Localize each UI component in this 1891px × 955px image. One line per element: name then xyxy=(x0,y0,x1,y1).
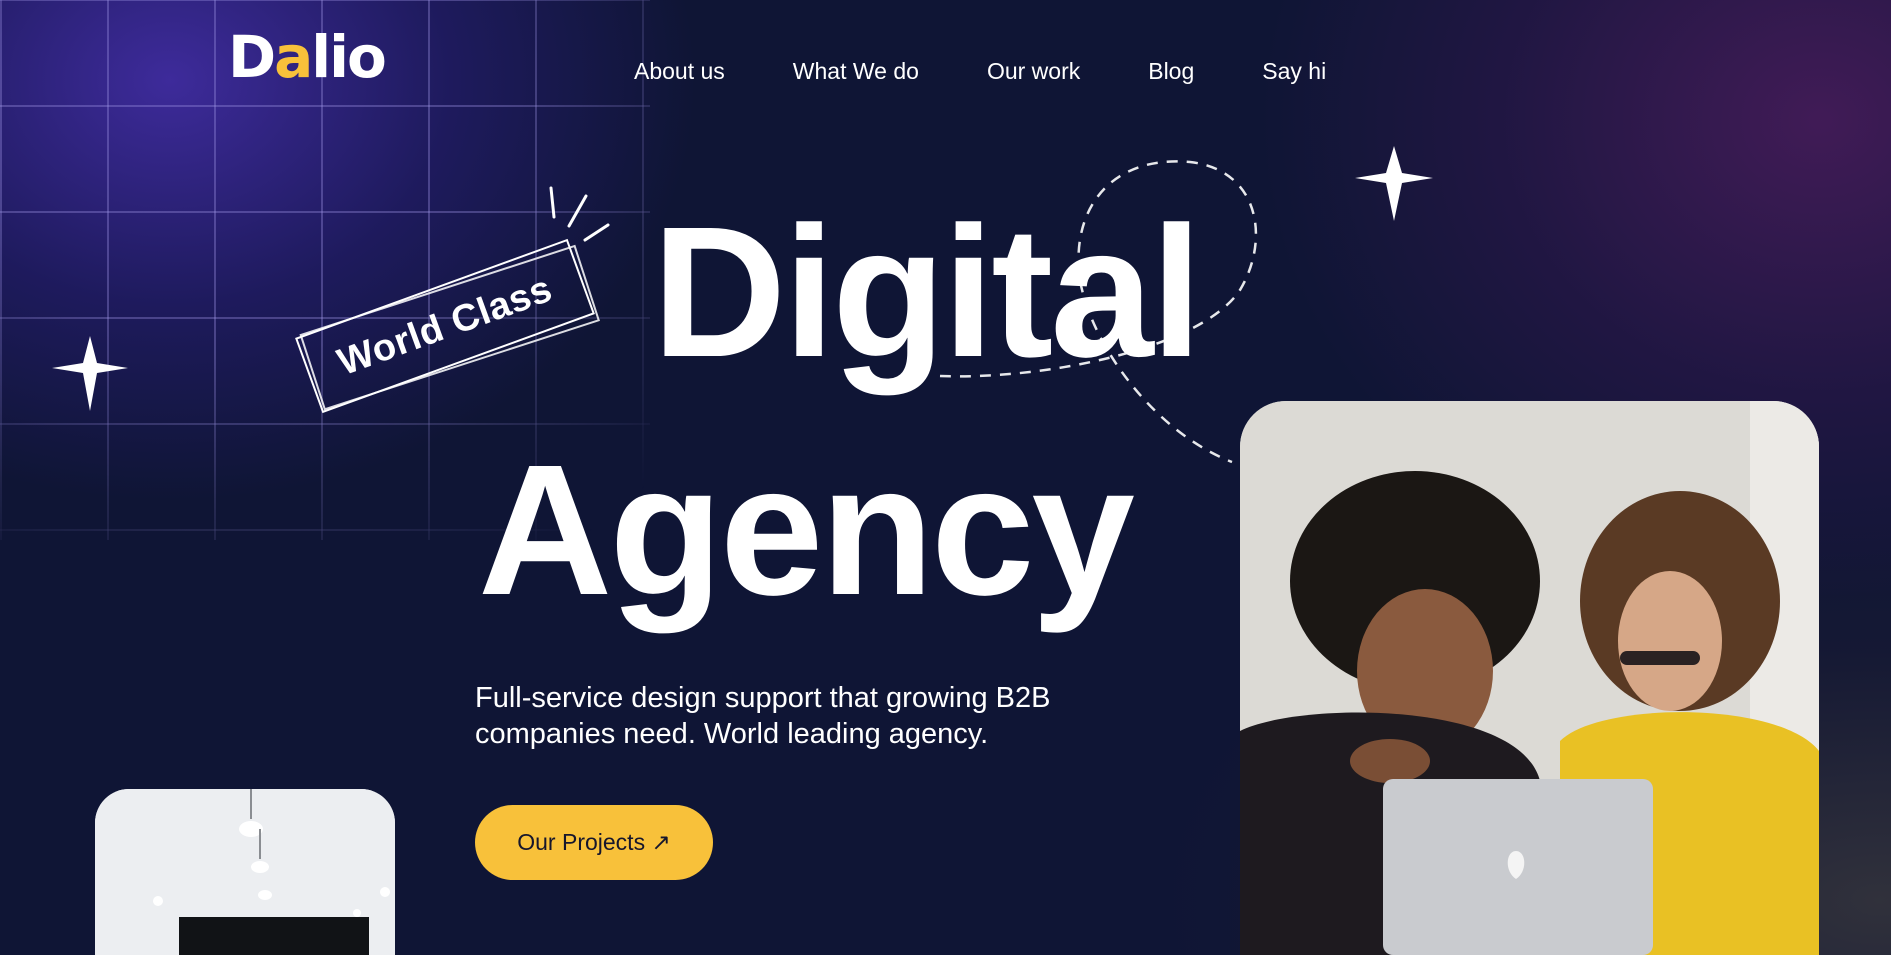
subtitle-line-1: Full-service design support that growing… xyxy=(475,682,1051,714)
subtitle-line-2: companies need. World leading agency. xyxy=(475,718,989,750)
office-photo-illustration xyxy=(95,789,395,955)
star-icon-left xyxy=(52,336,128,411)
star-icon-right xyxy=(1355,146,1433,221)
our-projects-button[interactable]: Our Projects ↗ xyxy=(475,805,713,880)
team-photo-illustration xyxy=(1240,401,1819,955)
headline-line-1: Digital xyxy=(652,189,1202,396)
spark-lines-icon xyxy=(549,186,610,242)
team-photo xyxy=(1240,401,1819,955)
headline-line-2: Agency xyxy=(478,427,1135,634)
hero-subtitle: Full-service design support that growing… xyxy=(475,680,1175,752)
office-photo xyxy=(95,789,395,955)
